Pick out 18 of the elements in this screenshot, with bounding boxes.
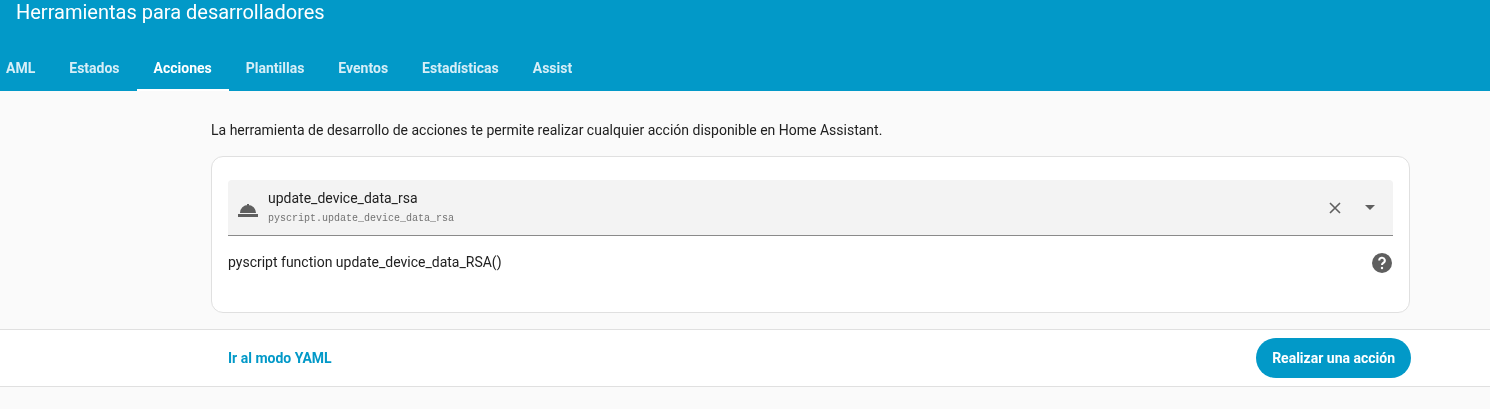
tab[interactable]: Estadísticas [405,48,516,91]
action-description: pyscript function update_device_data_RSA() [228,253,502,273]
tab[interactable]: Eventos [321,48,406,91]
tab[interactable]: Assist [515,48,590,91]
tab[interactable]: Estados [52,48,137,91]
tab[interactable]: Plantillas [228,48,322,91]
action-id: pyscript.update_device_data_rsa [268,212,456,226]
help-icon[interactable] [1372,252,1392,273]
action-picker[interactable]: update_device_data_rsa pyscript.update_device_data_rsa [228,180,1393,236]
description: La herramienta de desarrollo de acciones te permite realizar cualquier acción disponible en Home Assistant. [211,121,884,140]
action-name: update_device_data_rsa [268,189,419,207]
run-action-button[interactable]: Realizar una acción [1256,338,1411,378]
tab[interactable]: AML [0,48,53,91]
page-title: Herramientas para desarrolladores [16,0,325,26]
yaml-mode-link[interactable]: Ir al modo YAML [228,347,332,369]
close-icon[interactable] [1329,201,1341,214]
tab[interactable]: Acciones [136,48,229,91]
caret-icon[interactable] [1365,205,1375,210]
